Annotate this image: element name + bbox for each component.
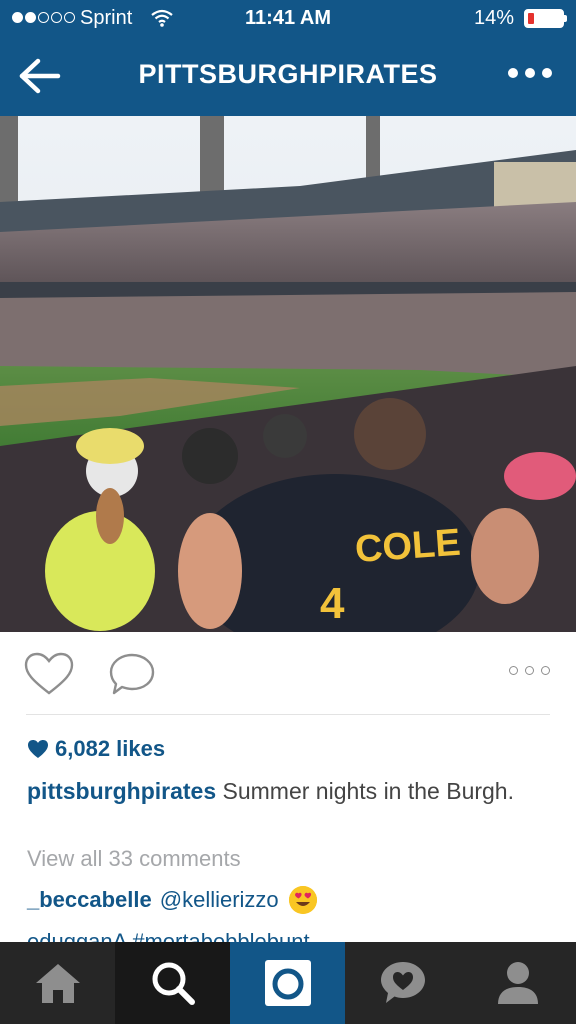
divider — [26, 714, 550, 715]
comment-bubble-icon — [109, 653, 155, 695]
profile-icon — [497, 962, 538, 1004]
page-title: PITTSBURGHPIRATES — [138, 59, 438, 89]
heart-outline-icon — [24, 652, 74, 695]
comment-text[interactable]: #mortabebblebunt — [132, 929, 309, 942]
comment-item: _beccabelle @kellierizzo — [27, 886, 317, 914]
post-caption: pittsburghpirates Summer nights in the B… — [27, 776, 547, 806]
top-bar: Sprint 11:41 AM 14% PITTSBURGHPIRATES — [0, 0, 576, 116]
caption-text: Summer nights in the Burgh. — [222, 778, 514, 804]
battery-level — [528, 13, 534, 24]
comment-item-partial: edugganA #mortabebblebunt — [27, 928, 310, 942]
tab-activity[interactable] — [345, 942, 460, 1024]
tab-profile[interactable] — [460, 942, 575, 1024]
comment-username[interactable]: edugganA — [27, 929, 126, 942]
status-bar: Sprint 11:41 AM 14% — [0, 0, 576, 38]
heart-eyes-emoji-icon — [288, 886, 317, 914]
battery-icon — [524, 9, 567, 28]
svg-text:4: 4 — [320, 579, 345, 628]
heart-filled-icon — [28, 740, 48, 758]
post-photo[interactable]: COLE 4 — [0, 116, 576, 632]
comment-text[interactable]: @kellierizzo — [160, 887, 279, 913]
like-button[interactable] — [24, 652, 74, 701]
caption-username[interactable]: pittsburghpirates — [27, 778, 216, 804]
post-options-button[interactable] — [509, 666, 550, 675]
view-all-comments-link[interactable]: View all 33 comments — [27, 846, 241, 872]
comment-username[interactable]: _beccabelle — [27, 887, 152, 913]
tab-search[interactable] — [115, 942, 230, 1024]
tab-camera[interactable] — [230, 942, 345, 1024]
likes-label: 6,082 likes — [55, 736, 166, 761]
search-icon — [152, 962, 195, 1005]
likes-count[interactable]: 6,082 likes — [27, 736, 165, 762]
bottom-tab-bar — [0, 942, 576, 1024]
more-options-button[interactable] — [508, 68, 552, 78]
comment-button[interactable] — [108, 652, 156, 701]
battery-percent: 14% — [473, 7, 514, 29]
camera-icon — [264, 960, 311, 1006]
home-icon — [35, 964, 80, 1003]
tab-home[interactable] — [0, 942, 115, 1024]
post-actions — [0, 640, 576, 710]
options-dots-icon — [509, 666, 518, 675]
activity-heart-icon — [380, 962, 425, 1003]
jersey-text: COLE — [354, 522, 462, 571]
more-dots-icon — [508, 68, 518, 78]
